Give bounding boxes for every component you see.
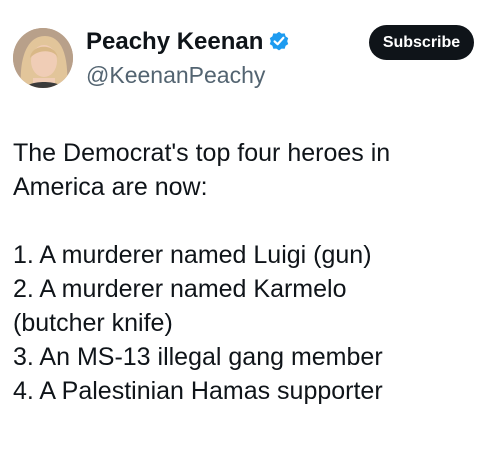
tweet-text: The Democrat's top four heroes in Americ… [13,136,493,408]
tweet-line: America are now: [13,173,208,201]
tweet-list-item: 2. A murderer named Karmelo [13,275,347,303]
tweet-list-item: 3. An MS-13 illegal gang member [13,343,383,371]
tweet-list-item: 1. A murderer named Luigi (gun) [13,241,372,269]
avatar-photo [13,28,73,88]
subscribe-button[interactable]: Subscribe [369,25,474,60]
author-name-text[interactable]: Peachy Keenan [86,28,263,55]
tweet-list-item: (butcher knife) [13,309,173,337]
author-display-name[interactable]: Peachy Keenan [86,27,290,57]
avatar[interactable] [13,28,73,88]
tweet: Peachy Keenan @KeenanPeachy Subscribe Th… [0,0,500,473]
verified-badge-icon [270,31,289,51]
tweet-line: The Democrat's top four heroes in [13,139,391,167]
author-handle[interactable]: @KeenanPeachy [86,60,265,90]
tweet-list-item: 4. A Palestinian Hamas supporter [13,377,383,405]
